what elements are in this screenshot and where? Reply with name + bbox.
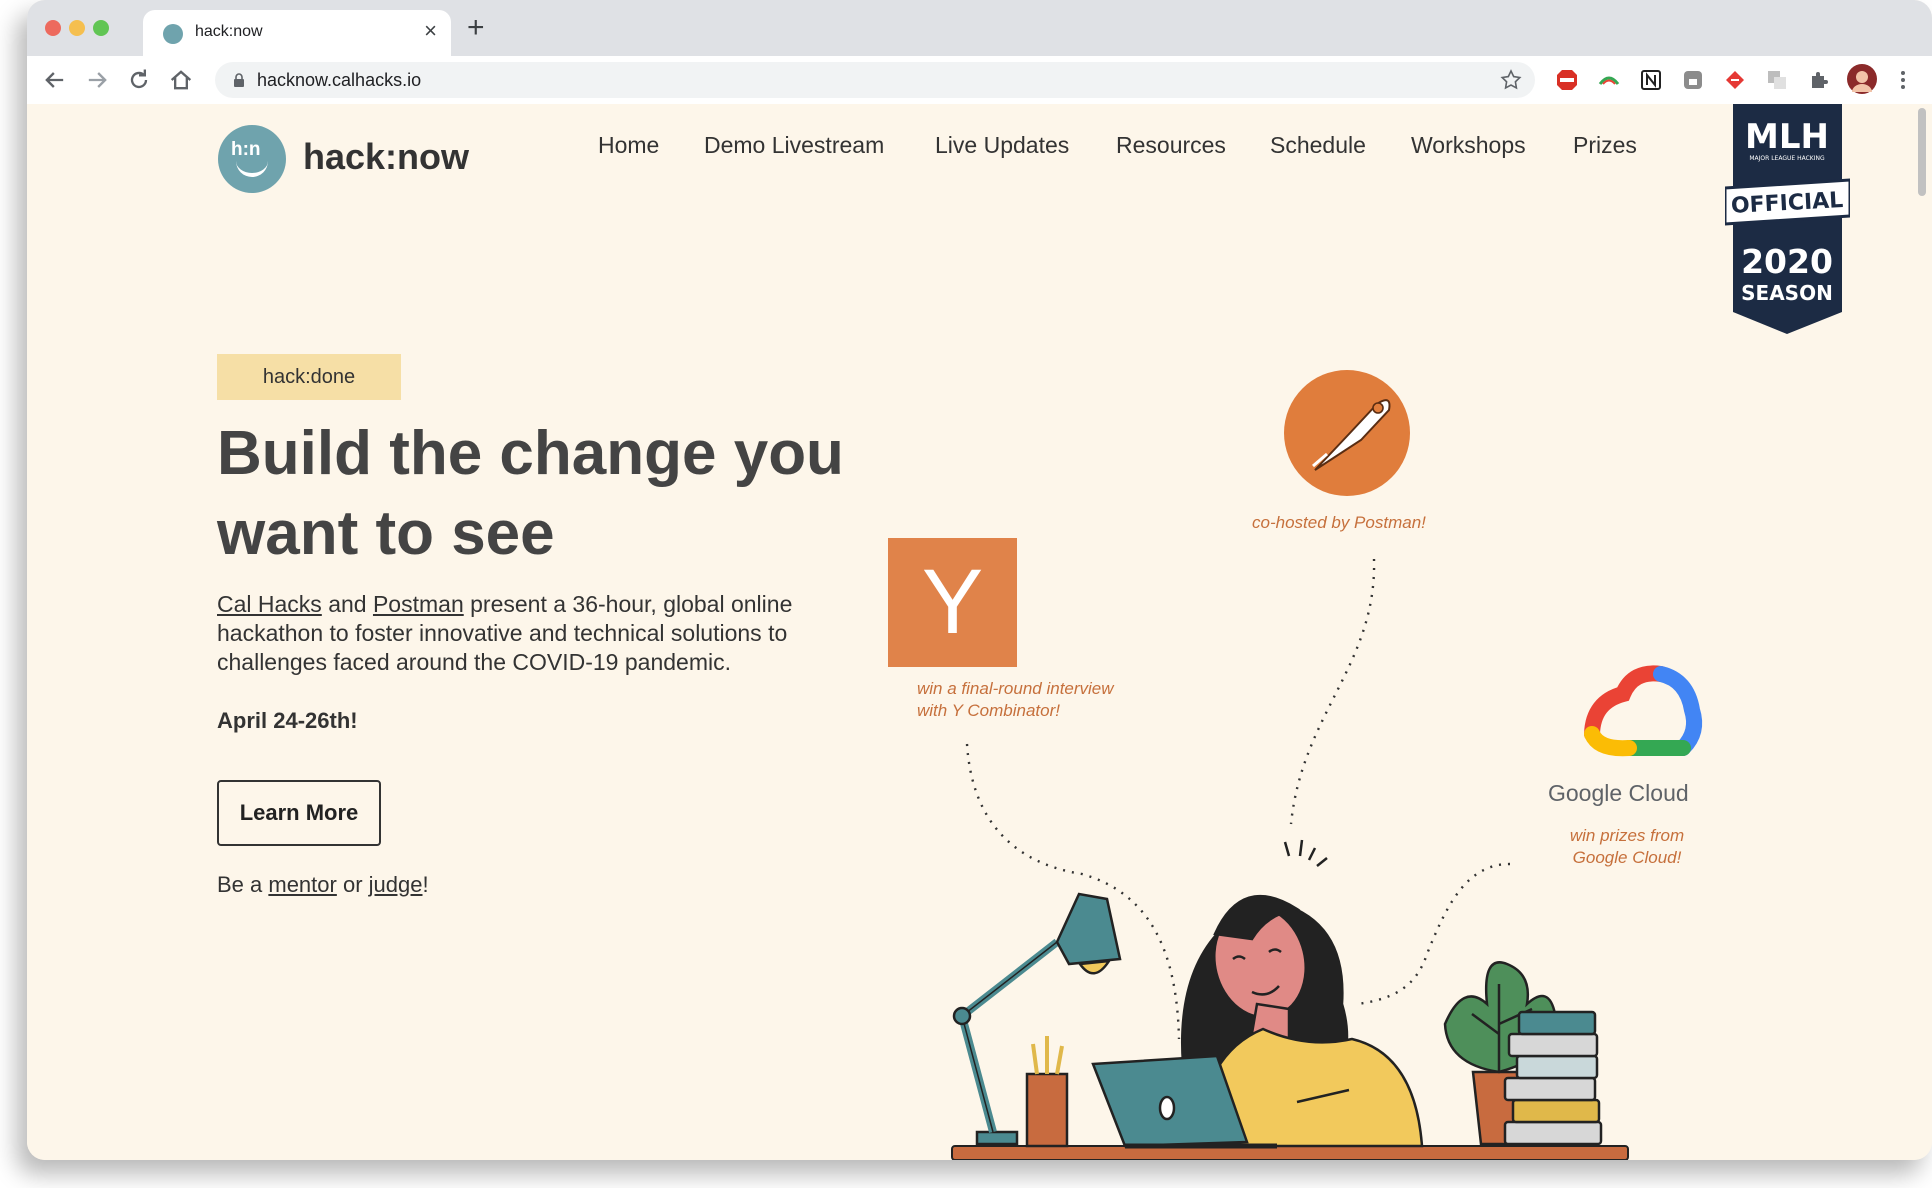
hero-description: Cal Hacks and Postman present a 36-hour,… [217, 590, 847, 677]
gc-caption-line-1: win prizes from [1569, 826, 1685, 845]
pencil-cup-icon [1025, 1036, 1069, 1148]
yc-caption-line-1: win a final-round interview [917, 679, 1114, 698]
tab-title: hack:now [195, 23, 263, 40]
mlh-official-badge[interactable]: MLH MAJOR LEAGUE HACKING OFFICIAL 2020 S… [1725, 104, 1850, 334]
status-badge: hack:done [217, 354, 401, 400]
judge-link[interactable]: judge [369, 872, 423, 897]
forward-arrow-icon[interactable] [83, 66, 111, 94]
puzzle-extensions-icon[interactable] [1807, 68, 1831, 92]
nav-workshops[interactable]: Workshops [1411, 132, 1526, 159]
book-stack-icon [1503, 1010, 1603, 1146]
minimize-window-button[interactable] [69, 20, 85, 36]
postman-dotted-path [1289, 558, 1376, 825]
mlh-subtitle: MAJOR LEAGUE HACKING [1749, 155, 1825, 162]
new-tab-button[interactable]: + [467, 12, 485, 44]
mentor-judge-cta: Be a mentor or judge! [217, 872, 429, 898]
yc-caption: win a final-round interview with Y Combi… [917, 678, 1114, 722]
learn-more-button[interactable]: Learn More [217, 780, 381, 846]
url-text: hacknow.calhacks.io [257, 70, 422, 90]
bookmark-star-icon[interactable] [1499, 68, 1523, 92]
mlh-season: SEASON [1741, 281, 1833, 305]
desk-surface [951, 1145, 1629, 1160]
cal-hacks-link[interactable]: Cal Hacks [217, 591, 322, 617]
yc-caption-line-2: with Y Combinator! [917, 701, 1060, 720]
desc-and: and [321, 591, 373, 617]
cta-or: or [336, 872, 369, 897]
status-badge-text: hack:done [262, 366, 356, 388]
event-date: April 24-26th! [217, 708, 358, 733]
cta-suffix: ! [422, 872, 429, 897]
gc-caption-line-2: Google Cloud! [1572, 848, 1682, 867]
browser-tab[interactable]: hack:now × [143, 10, 451, 56]
mlh-title: MLH [1745, 117, 1829, 157]
more-menu-icon[interactable] [1891, 68, 1915, 92]
mlh-year: 2020 [1741, 242, 1833, 281]
mentor-link[interactable]: mentor [268, 872, 336, 897]
google-cloud-logo-icon [1584, 665, 1703, 757]
diamond-extension-icon[interactable] [1723, 68, 1747, 92]
postman-caption: co-hosted by Postman! [1252, 513, 1426, 532]
notion-extension-icon[interactable] [1639, 68, 1663, 92]
page-content: h:n hack:now Home Demo Livestream Live U… [27, 104, 1932, 1160]
reload-icon[interactable] [125, 66, 153, 94]
logo-smile-icon [236, 157, 268, 177]
tab-close-icon[interactable]: × [424, 19, 437, 43]
gc-caption: win prizes from Google Cloud! [1537, 825, 1717, 869]
browser-window: hack:now × + hacknow.calhacks.io h:n hac… [27, 0, 1932, 1160]
google-cloud-wordmark: Google Cloud [1548, 780, 1689, 806]
nav-home[interactable]: Home [598, 132, 659, 159]
squares-extension-icon[interactable] [1765, 68, 1789, 92]
browser-toolbar: hacknow.calhacks.io [27, 56, 1932, 105]
nav-resources[interactable]: Resources [1116, 132, 1226, 159]
page-title: Build the change you want to see [217, 419, 844, 568]
nav-schedule[interactable]: Schedule [1270, 132, 1366, 159]
lock-icon [234, 73, 244, 87]
favicon-icon [163, 24, 183, 44]
cta-prefix: Be a [217, 872, 269, 897]
postman-logo-icon [1284, 370, 1410, 496]
page-scrollbar[interactable] [1918, 108, 1926, 196]
nav-demo-livestream[interactable]: Demo Livestream [704, 132, 884, 159]
yc-letter: Y [921, 551, 984, 653]
rainbow-extension-icon[interactable] [1597, 68, 1621, 92]
brand-name[interactable]: hack:now [303, 136, 469, 178]
nav-live-updates[interactable]: Live Updates [935, 132, 1069, 159]
maximize-window-button[interactable] [93, 20, 109, 36]
tab-bar: hack:now × + [27, 0, 1932, 56]
profile-avatar-icon[interactable] [1847, 64, 1877, 94]
close-window-button[interactable] [45, 20, 61, 36]
yc-dotted-path [965, 743, 1181, 1040]
address-bar[interactable]: hacknow.calhacks.io [215, 62, 1535, 98]
lock-extension-icon[interactable] [1681, 68, 1705, 92]
hacknow-logo[interactable]: h:n [218, 125, 286, 193]
adblock-extension-icon[interactable] [1555, 68, 1579, 92]
postman-link[interactable]: Postman [373, 591, 464, 617]
back-arrow-icon[interactable] [41, 66, 69, 94]
home-icon[interactable] [167, 66, 195, 94]
nav-prizes[interactable]: Prizes [1573, 132, 1637, 159]
